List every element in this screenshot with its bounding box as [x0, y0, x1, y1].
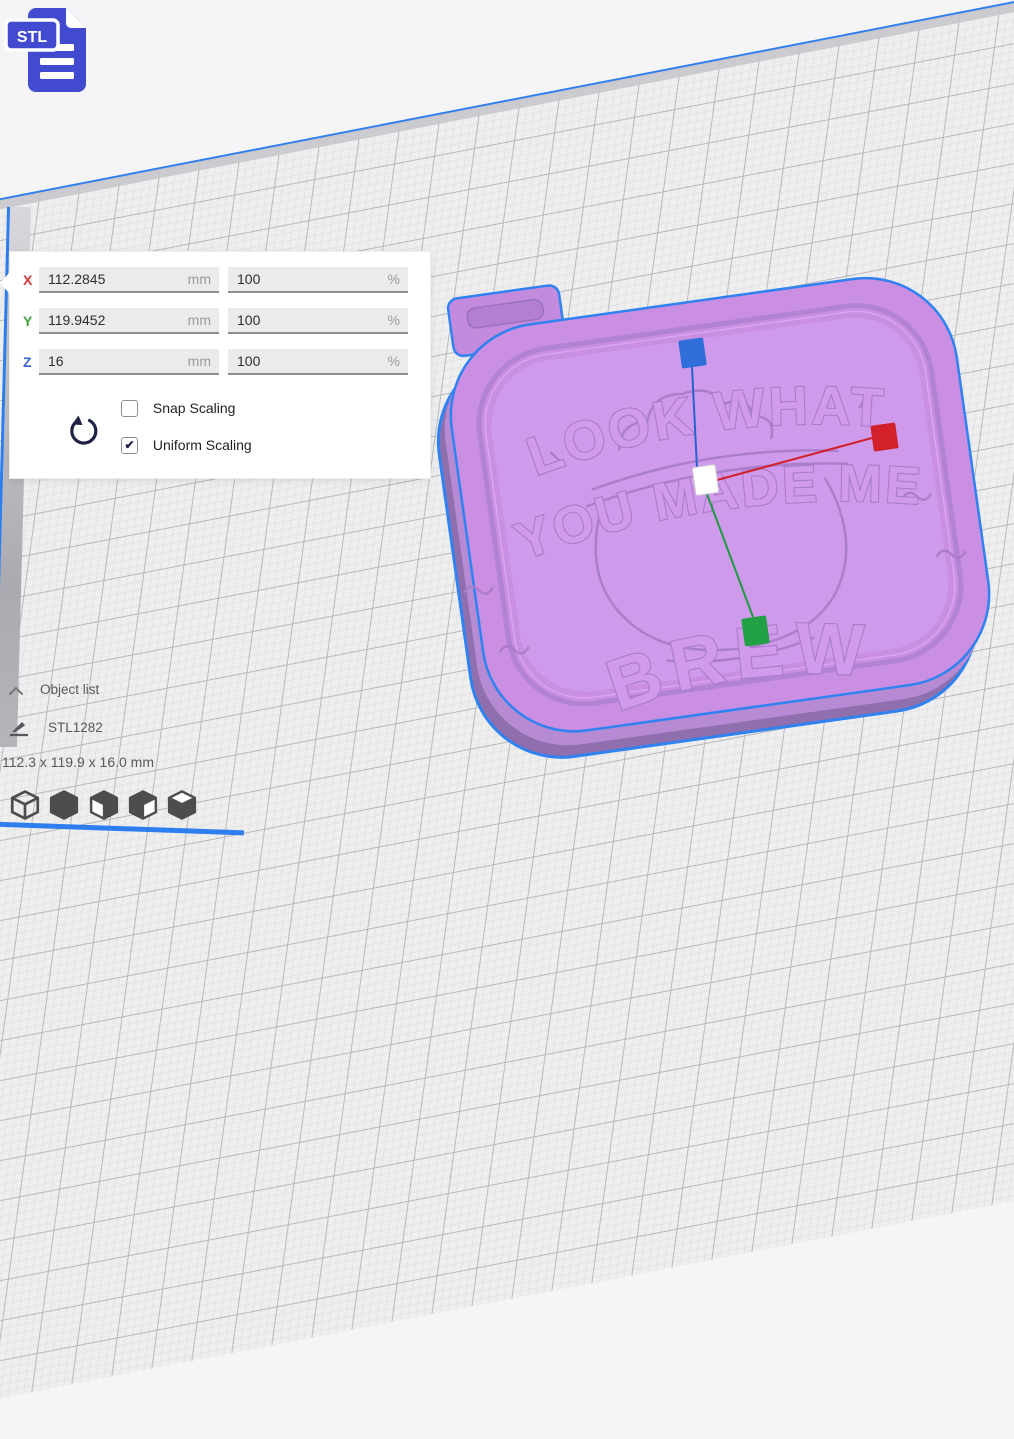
scale-handle-x-red[interactable]	[870, 422, 898, 451]
snap-scaling-checkbox[interactable]	[121, 400, 138, 417]
reset-counterclockwise-arrow-icon	[64, 412, 100, 448]
uniform-scaling-checkbox[interactable]: ✔	[121, 437, 138, 454]
scale-row-x: X 112.2845 mm 100 %	[10, 267, 430, 293]
edit-pencil-icon	[8, 718, 30, 738]
scale-handle-z-blue[interactable]	[678, 337, 707, 368]
model-dimensions-label: 112.3 x 119.9 x 16.0 mm	[2, 754, 154, 770]
scale-row-y: Y 119.9452 mm 100 %	[10, 308, 430, 334]
axis-x-label: X	[23, 272, 39, 288]
scale-row-z: Z 16 mm 100 %	[10, 349, 430, 375]
x-size-unit: mm	[188, 267, 211, 291]
stl-badge-label: STL	[17, 29, 47, 46]
reset-scale-button[interactable]	[64, 412, 100, 448]
stl-file-icon: STL	[4, 2, 96, 98]
x-percent-input[interactable]: 100 %	[228, 267, 408, 293]
x-percent-unit: %	[388, 267, 400, 291]
object-list-title: Object list	[40, 682, 99, 697]
view-top-icon[interactable]	[87, 788, 121, 822]
snap-scaling-row: Snap Scaling	[121, 399, 235, 417]
document-fold-corner	[66, 8, 86, 28]
z-size-unit: mm	[188, 349, 211, 373]
chevron-up-icon[interactable]	[8, 685, 24, 697]
scale-handle-y-green[interactable]	[741, 615, 770, 646]
x-size-input[interactable]: 112.2845 mm	[39, 267, 219, 293]
z-percent-unit: %	[388, 349, 400, 373]
view-right-icon[interactable]	[165, 788, 199, 822]
axis-z-label: Z	[23, 354, 39, 370]
view-front-icon[interactable]	[47, 788, 81, 822]
y-percent-input[interactable]: 100 %	[228, 308, 408, 334]
z-percent-input[interactable]: 100 %	[228, 349, 408, 375]
y-size-unit: mm	[188, 308, 211, 332]
view-3d-icon[interactable]	[8, 788, 42, 822]
scale-tool-panel: X 112.2845 mm 100 % Y 119.9452 mm 100 % …	[10, 252, 430, 478]
view-left-icon[interactable]	[126, 788, 160, 822]
axis-y-label: Y	[23, 313, 39, 329]
z-size-input[interactable]: 16 mm	[39, 349, 219, 375]
scale-handle-center-white[interactable]	[692, 465, 719, 496]
y-size-input[interactable]: 119.9452 mm	[39, 308, 219, 334]
uniform-scaling-label: Uniform Scaling	[153, 437, 252, 453]
uniform-scaling-row: ✔ Uniform Scaling	[121, 436, 252, 454]
snap-scaling-label: Snap Scaling	[153, 400, 236, 416]
y-percent-unit: %	[388, 308, 400, 332]
model-mold[interactable]: LOOK WHAT YOU MADE ME BREW	[418, 231, 1004, 770]
panel-notch	[0, 272, 10, 294]
object-name-label: STL1282	[48, 720, 103, 735]
